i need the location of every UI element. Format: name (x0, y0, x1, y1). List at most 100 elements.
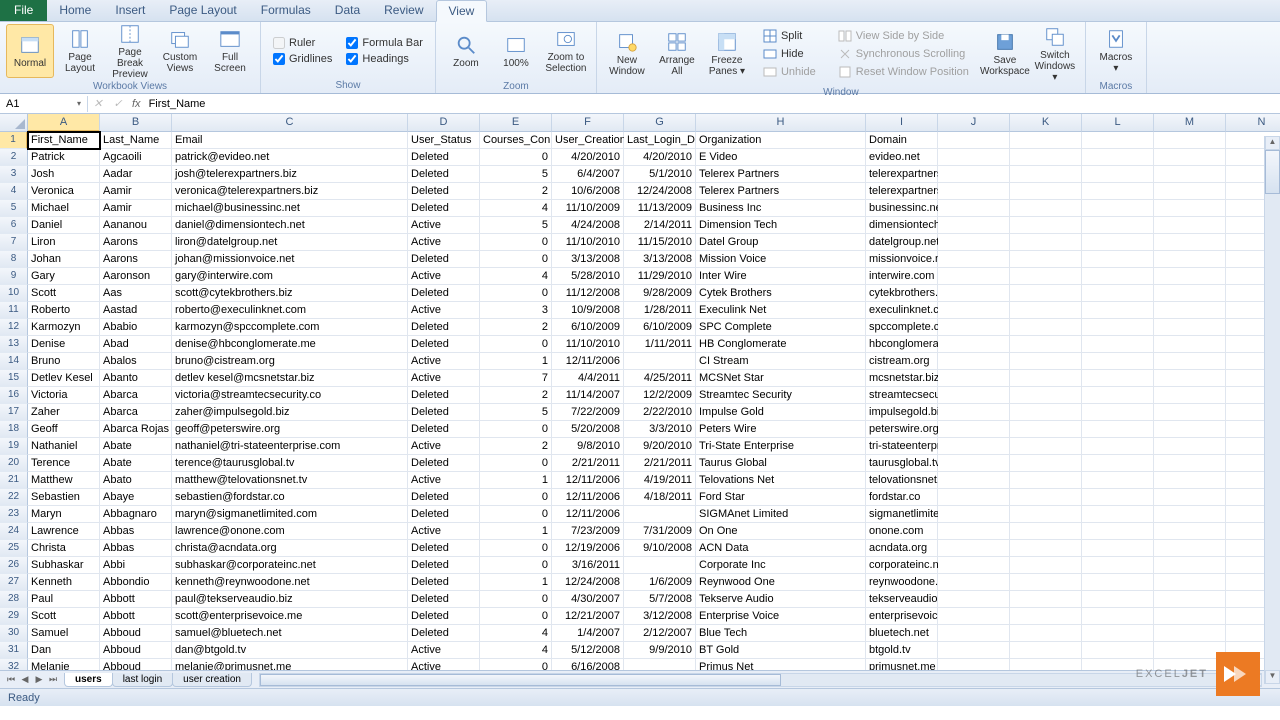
cell[interactable]: 12/11/2006 (552, 472, 624, 489)
cell[interactable]: spccomplete.com (866, 319, 938, 336)
column-header[interactable]: D (408, 114, 480, 132)
cell[interactable]: Daniel (28, 217, 100, 234)
cell[interactable]: acndata.org (866, 540, 938, 557)
cell[interactable]: Deleted (408, 608, 480, 625)
page-layout-button[interactable]: Page Layout (56, 24, 104, 78)
cell[interactable]: 0 (480, 540, 552, 557)
cell[interactable] (1010, 183, 1082, 200)
save-workspace-button[interactable]: Save Workspace (981, 27, 1029, 81)
cell[interactable]: Dimension Tech (696, 217, 866, 234)
row-header[interactable]: 27 (0, 574, 28, 591)
cell[interactable] (938, 302, 1010, 319)
hscroll-thumb[interactable] (260, 674, 781, 686)
cell[interactable]: sebastien@fordstar.co (172, 489, 408, 506)
arrange-all-button[interactable]: Arrange All (653, 27, 701, 81)
cell[interactable]: Deleted (408, 574, 480, 591)
cell[interactable]: 5 (480, 217, 552, 234)
cell[interactable]: Victoria (28, 387, 100, 404)
cell[interactable] (1082, 608, 1154, 625)
cell[interactable]: 4/4/2011 (552, 370, 624, 387)
cell[interactable]: 12/24/2008 (624, 183, 696, 200)
cell[interactable]: Deleted (408, 319, 480, 336)
column-header[interactable]: L (1082, 114, 1154, 132)
cell[interactable]: Lawrence (28, 523, 100, 540)
cell[interactable]: mcsnetstar.biz (866, 370, 938, 387)
view-tab[interactable]: View (436, 0, 488, 22)
cell[interactable]: Ababio (100, 319, 172, 336)
cell[interactable]: Johan (28, 251, 100, 268)
cell[interactable]: denise@hbconglomerate.me (172, 336, 408, 353)
sheet-nav-buttons[interactable]: ⏮ ◀ ▶ ⏭ (0, 674, 64, 685)
cell[interactable]: 2 (480, 319, 552, 336)
cell[interactable]: Abanto (100, 370, 172, 387)
cell[interactable]: Execulink Net (696, 302, 866, 319)
row-header[interactable]: 4 (0, 183, 28, 200)
cell[interactable]: 3/13/2008 (552, 251, 624, 268)
cell[interactable] (938, 319, 1010, 336)
cell[interactable] (1010, 472, 1082, 489)
custom-views-button[interactable]: Custom Views (156, 24, 204, 78)
gridlines-checkbox[interactable]: Gridlines (273, 53, 332, 65)
cell[interactable]: Blue Tech (696, 625, 866, 642)
review-tab[interactable]: Review (372, 0, 435, 21)
cell[interactable] (938, 387, 1010, 404)
home-tab[interactable]: Home (47, 0, 103, 21)
cell[interactable]: 1 (480, 523, 552, 540)
cell[interactable]: 4 (480, 200, 552, 217)
cell[interactable]: Organization (696, 132, 866, 149)
cell[interactable]: Scott (28, 285, 100, 302)
cell[interactable]: Deleted (408, 200, 480, 217)
cell[interactable]: Active (408, 302, 480, 319)
cell[interactable] (1010, 557, 1082, 574)
cell[interactable]: matthew@telovationsnet.tv (172, 472, 408, 489)
cell[interactable]: 0 (480, 455, 552, 472)
cell[interactable]: Roberto (28, 302, 100, 319)
sheet-nav-first-icon[interactable]: ⏮ (4, 674, 18, 685)
cell[interactable]: Veronica (28, 183, 100, 200)
cell[interactable] (1082, 438, 1154, 455)
cell[interactable]: detlev kesel@mcsnetstar.biz (172, 370, 408, 387)
cell[interactable] (1082, 183, 1154, 200)
row-header[interactable]: 30 (0, 625, 28, 642)
cell[interactable]: 2/12/2007 (624, 625, 696, 642)
cell[interactable] (1154, 557, 1226, 574)
column-header[interactable]: I (866, 114, 938, 132)
cell[interactable] (938, 370, 1010, 387)
cell[interactable]: Geoff (28, 421, 100, 438)
row-header[interactable]: 24 (0, 523, 28, 540)
cell[interactable]: corporateinc.net (866, 557, 938, 574)
cell[interactable]: 0 (480, 591, 552, 608)
cell[interactable]: Abato (100, 472, 172, 489)
cell[interactable]: btgold.tv (866, 642, 938, 659)
cell[interactable]: Aas (100, 285, 172, 302)
row-header[interactable]: 6 (0, 217, 28, 234)
row-header[interactable]: 16 (0, 387, 28, 404)
row-header[interactable]: 21 (0, 472, 28, 489)
cell[interactable]: HB Conglomerate (696, 336, 866, 353)
row-header[interactable]: 28 (0, 591, 28, 608)
name-box[interactable]: A1 ▾ (0, 96, 88, 112)
select-all-corner[interactable] (0, 114, 28, 132)
cell[interactable]: ACN Data (696, 540, 866, 557)
cell[interactable]: Deleted (408, 506, 480, 523)
cell[interactable]: 9/20/2010 (624, 438, 696, 455)
cell[interactable]: Aarons (100, 234, 172, 251)
cell[interactable]: 2/21/2011 (552, 455, 624, 472)
cell[interactable] (938, 642, 1010, 659)
scroll-down-icon[interactable]: ▼ (1265, 670, 1280, 684)
cell[interactable] (1082, 625, 1154, 642)
cell[interactable] (938, 489, 1010, 506)
cell[interactable]: tri-stateenterprise.com (866, 438, 938, 455)
cell[interactable] (1082, 421, 1154, 438)
zoom-selection-button[interactable]: Zoom to Selection (542, 24, 590, 78)
cell[interactable]: 6/16/2008 (552, 659, 624, 670)
cell[interactable]: 4/30/2007 (552, 591, 624, 608)
cell[interactable]: telovationsnet.tv (866, 472, 938, 489)
cell[interactable] (1010, 336, 1082, 353)
cell[interactable]: Impulse Gold (696, 404, 866, 421)
file-tab[interactable]: File (0, 0, 47, 21)
cell[interactable] (938, 336, 1010, 353)
cell[interactable]: primusnet.me (866, 659, 938, 670)
cell[interactable]: 0 (480, 285, 552, 302)
cell[interactable] (1154, 591, 1226, 608)
